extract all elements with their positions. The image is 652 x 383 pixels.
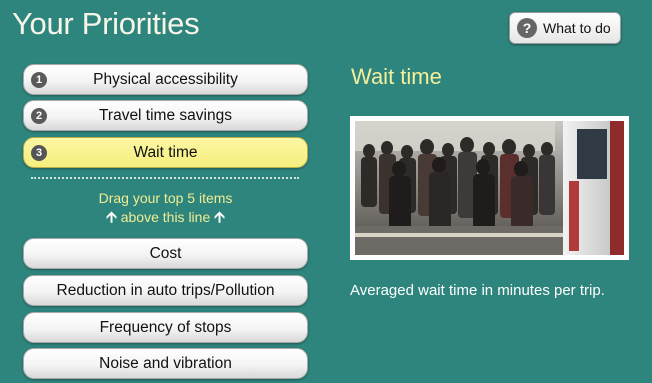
drag-hint-line1: Drag your top 5 items (98, 190, 233, 206)
priority-item-label: Wait time (133, 143, 198, 161)
priority-item-noise-and-vibration[interactable]: Noise and vibration (23, 348, 308, 379)
rank-badge: 3 (31, 145, 47, 161)
priority-item-label: Travel time savings (99, 106, 232, 124)
what-to-do-label: What to do (543, 20, 611, 36)
up-arrow-icon: 🡩 (214, 209, 225, 226)
priority-item-cost[interactable]: Cost (23, 238, 308, 269)
priority-item-travel-time-savings[interactable]: 2 Travel time savings (23, 100, 308, 131)
rank-badge: 1 (31, 72, 47, 88)
rank-badge: 2 (31, 108, 47, 124)
wait-time-photo (350, 116, 629, 260)
drag-hint: Drag your top 5 items 🡩 above this line … (23, 189, 308, 227)
question-circle-icon: ? (517, 18, 537, 38)
priority-item-label: Physical accessibility (93, 70, 238, 88)
priority-item-label: Reduction in auto trips/Pollution (56, 281, 275, 299)
priority-item-reduction-in-auto-trips[interactable]: Reduction in auto trips/Pollution (23, 275, 308, 306)
drag-hint-line2: above this line (120, 209, 211, 225)
priority-item-physical-accessibility[interactable]: 1 Physical accessibility (23, 64, 308, 95)
detail-description: Averaged wait time in minutes per trip. (350, 282, 605, 299)
priority-item-wait-time[interactable]: 3 Wait time (23, 137, 308, 168)
app-title: Your Priorities (12, 6, 200, 41)
detail-title: Wait time (351, 64, 442, 89)
priority-item-label: Noise and vibration (99, 354, 232, 372)
what-to-do-button[interactable]: ? What to do (509, 12, 621, 44)
priority-item-frequency-of-stops[interactable]: Frequency of stops (23, 312, 308, 343)
priority-item-label: Frequency of stops (99, 318, 232, 336)
top-five-divider (31, 177, 299, 179)
crowded-platform-image (355, 121, 624, 255)
priority-item-label: Cost (149, 244, 182, 262)
up-arrow-icon: 🡩 (106, 209, 117, 226)
